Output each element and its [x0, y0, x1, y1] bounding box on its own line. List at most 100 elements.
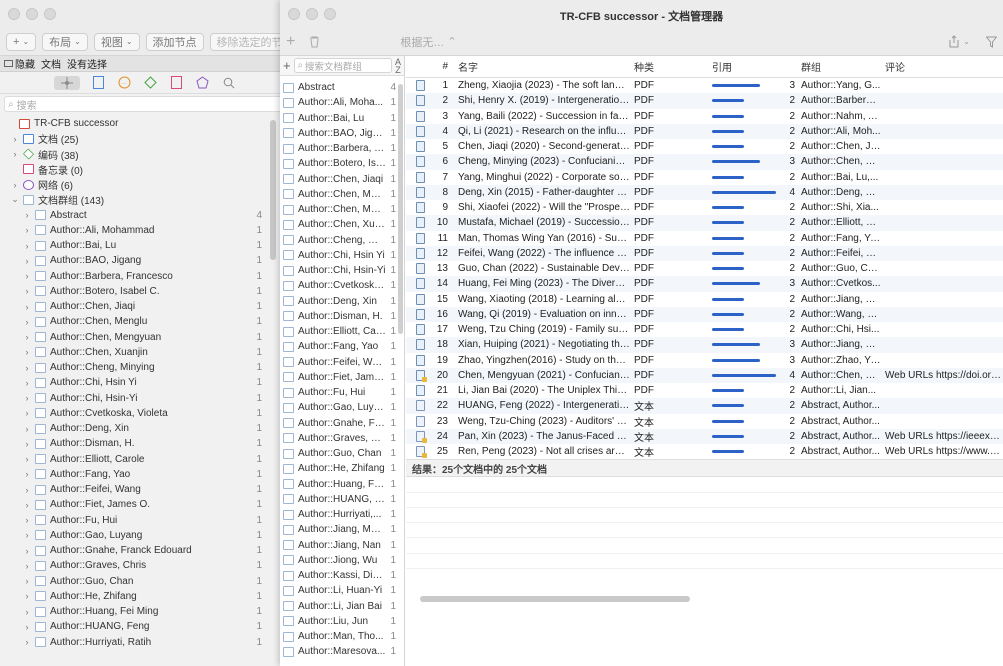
table-row[interactable]: 11 Man, Thomas Wing Yan (2016) - Succe...…	[406, 231, 1003, 246]
group-item[interactable]: Author::He, Zhifang 1	[280, 461, 398, 476]
group-item[interactable]: Author::Graves, C... 1	[280, 431, 398, 446]
tree-item[interactable]: › Author::Chi, Hsin Yi 1	[0, 375, 276, 390]
group-item[interactable]: Author::Kassi, Dib... 1	[280, 568, 398, 583]
chevron-icon[interactable]: ›	[22, 530, 32, 540]
group-item[interactable]: Author::Chen, Men... 1	[280, 187, 398, 202]
table-row[interactable]: 18 Xian, Huiping (2021) - Negotiating the…	[406, 337, 1003, 353]
chevron-icon[interactable]: ›	[22, 302, 32, 312]
group-item[interactable]: Author::Guo, Chan 1	[280, 446, 398, 461]
table-row[interactable]: 6 Cheng, Minying (2023) - Confucianism...…	[406, 154, 1003, 170]
chevron-icon[interactable]: ›	[10, 134, 20, 144]
table-row[interactable]: 9 Shi, Xiaofei (2022) - Will the "Prosper…	[406, 200, 1003, 215]
tree-item[interactable]: › Author::Huang, Fei Ming 1	[0, 604, 276, 619]
table-row[interactable]: 1 Zheng, Xiaojia (2023) - The soft landin…	[406, 78, 1003, 93]
table-row[interactable]: 15 Wang, Xiaoting (2018) - Learning along…	[406, 292, 1003, 307]
tree-item[interactable]: › Author::Feifei, Wang 1	[0, 482, 276, 497]
group-item[interactable]: Author::Huang, Fei... 1	[280, 477, 398, 492]
chevron-icon[interactable]: ›	[22, 210, 32, 220]
table-row[interactable]: 3 Yang, Baili (2022) - Succession in fami…	[406, 109, 1003, 124]
tree-item[interactable]: › Author::Guo, Chan 1	[0, 574, 276, 589]
tree-item[interactable]: › Author::Deng, Xin 1	[0, 421, 276, 436]
group-item[interactable]: Author::Jiang, Mar... 1	[280, 522, 398, 537]
tree-item[interactable]: › Author::He, Zhifang 1	[0, 589, 276, 604]
tree-item[interactable]: › 网络 (6)	[0, 177, 276, 192]
group-item[interactable]: Author::Chi, Hsin Yi 1	[280, 248, 398, 263]
add-button[interactable]: +	[286, 33, 295, 51]
view-button[interactable]: 视图 ⌄	[93, 32, 140, 51]
tree-item[interactable]: TR-CFB successor	[0, 116, 276, 131]
group-item[interactable]: Author::Jiang, Nan 1	[280, 538, 398, 553]
chevron-icon[interactable]: ›	[22, 378, 32, 388]
tree-item[interactable]: › Author::Gao, Luyang 1	[0, 528, 276, 543]
layout-button[interactable]: 布局 ⌄	[42, 32, 88, 51]
table-row[interactable]: 23 Weng, Tzu-Ching (2023) - Auditors' re.…	[406, 414, 1003, 429]
horizontal-scrollbar[interactable]	[420, 596, 690, 602]
tree-item[interactable]: › Author::Bai, Lu 1	[0, 238, 276, 253]
group-item[interactable]: Author::Liu, Jun 1	[280, 614, 398, 629]
document-icon[interactable]	[92, 76, 106, 90]
chevron-icon[interactable]: ›	[22, 256, 32, 266]
add-node-button[interactable]: 添加节点	[145, 32, 204, 51]
tree-item[interactable]: › Author::HUANG, Feng 1	[0, 619, 276, 634]
tree-item[interactable]: › Author::Botero, Isabel C. 1	[0, 284, 276, 299]
funnel-icon[interactable]	[986, 36, 997, 48]
col-group[interactable]: 群组	[795, 59, 881, 74]
col-comment[interactable]: 评论	[881, 59, 1003, 74]
group-item[interactable]: Author::Man, Tho... 1	[280, 629, 398, 644]
table-row[interactable]: 25 Ren, Peng (2023) - Not all crises are …	[406, 444, 1003, 459]
col-kind[interactable]: 种类	[630, 59, 712, 74]
hide-toggle[interactable]: 隐藏	[4, 56, 35, 71]
group-item[interactable]: Author::Botero, Isa... 1	[280, 156, 398, 171]
group-item[interactable]: Author::Chi, Hsin-Yi 1	[280, 263, 398, 278]
table-row[interactable]: 8 Deng, Xin (2015) - Father-daughter suc.…	[406, 184, 1003, 200]
group-item[interactable]: Author::Jiong, Wu 1	[280, 553, 398, 568]
chevron-icon[interactable]: ›	[22, 241, 32, 251]
chevron-icon[interactable]: ›	[22, 363, 32, 373]
table-row[interactable]: 13 Guo, Chan (2022) - Sustainable Develo.…	[406, 261, 1003, 276]
chevron-icon[interactable]: ›	[22, 332, 32, 342]
col-number[interactable]: #	[434, 61, 452, 72]
tree-item[interactable]: › Author::Fang, Yao 1	[0, 467, 276, 482]
tree-item[interactable]: › Author::Barbera, Francesco 1	[0, 269, 276, 284]
group-item[interactable]: Author::Gao, Luyang 1	[280, 400, 398, 415]
chevron-icon[interactable]: ›	[22, 637, 32, 647]
tree-item[interactable]: › 文档 (25)	[0, 131, 276, 146]
group-search-input[interactable]: ⌕ 搜索文档群组	[293, 58, 392, 73]
chevron-icon[interactable]: ›	[10, 180, 20, 190]
search-icon[interactable]	[222, 76, 236, 90]
tree-item[interactable]: › Author::Fiet, James O. 1	[0, 497, 276, 512]
group-item[interactable]: Author::Deng, Xin 1	[280, 294, 398, 309]
group-item[interactable]: Author::Elliott, Car... 1	[280, 324, 398, 339]
filter-select[interactable]: 根据无… ⌃	[394, 33, 462, 51]
tree-item[interactable]: › Author::Chen, Mengyuan 1	[0, 330, 276, 345]
col-refs[interactable]: 引用	[712, 59, 795, 74]
add-menu-button[interactable]: + ⌄	[6, 32, 37, 51]
table-row[interactable]: 7 Yang, Minghui (2022) - Corporate soci..…	[406, 170, 1003, 185]
chevron-icon[interactable]: ›	[22, 576, 32, 586]
chevron-icon[interactable]: ›	[22, 393, 32, 403]
group-item[interactable]: Author::Cvetkoska... 1	[280, 278, 398, 293]
group-item[interactable]: Author::Chen, Jiaqi 1	[280, 172, 398, 187]
group-scrollbar[interactable]	[398, 84, 403, 334]
chevron-icon[interactable]: ›	[22, 317, 32, 327]
trash-icon[interactable]	[309, 36, 320, 48]
chevron-icon[interactable]: ›	[22, 591, 32, 601]
add-group-button[interactable]: +	[283, 58, 291, 73]
tree-item[interactable]: › Author::Hurriyati, Ratih 1	[0, 635, 276, 650]
network-icon[interactable]	[196, 76, 210, 90]
chevron-icon[interactable]: ›	[22, 607, 32, 617]
chevron-icon[interactable]: ›	[22, 622, 32, 632]
group-item[interactable]: Author::Fiet, Jame... 1	[280, 370, 398, 385]
tree-item[interactable]: › Author::Chi, Hsin-Yi 1	[0, 391, 276, 406]
chevron-icon[interactable]: ⌄	[10, 194, 20, 205]
group-item[interactable]: Author::Li, Jian Bai 1	[280, 599, 398, 614]
tree-item[interactable]: › Author::Fu, Hui 1	[0, 513, 276, 528]
tree-item[interactable]: ⌄ 文档群组 (143)	[0, 192, 276, 207]
sort-az-icon[interactable]: AZ	[395, 57, 401, 74]
table-row[interactable]: 17 Weng, Tzu Ching (2019) - Family succe.…	[406, 322, 1003, 337]
tree-item[interactable]: › Author::Ali, Mohammad 1	[0, 223, 276, 238]
tree-search-input[interactable]: ⌕ 搜索	[4, 96, 285, 112]
tree-item[interactable]: › Author::Chen, Jiaqi 1	[0, 299, 276, 314]
share-icon[interactable]: ⌄	[947, 35, 970, 48]
chevron-icon[interactable]: ›	[22, 271, 32, 281]
